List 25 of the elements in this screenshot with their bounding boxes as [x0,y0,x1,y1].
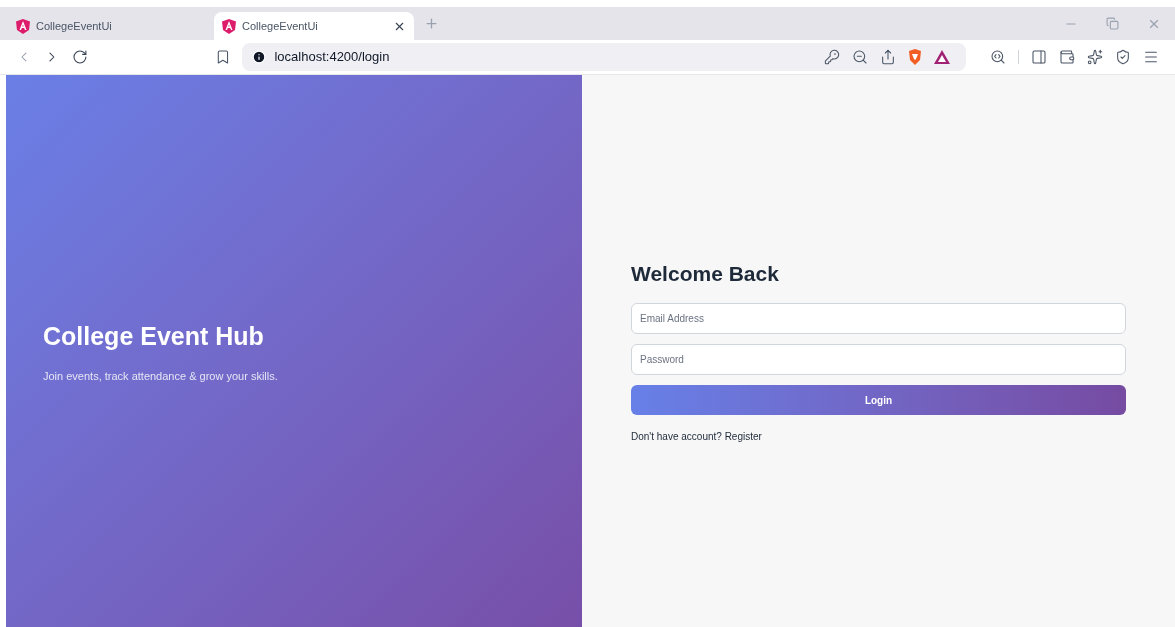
info-icon [252,50,267,64]
sparkle-icon[interactable] [1087,49,1103,65]
input-field[interactable]: Password [631,344,1126,376]
browser-tab[interactable]: CollegeEventUi [8,12,208,40]
triangle-icon[interactable] [934,50,950,64]
vpn-icon[interactable] [1115,49,1131,65]
shield-icon[interactable] [908,49,922,65]
register-prompt[interactable]: Don't have account? Register [631,429,1126,445]
share-icon[interactable] [880,49,896,65]
login-button[interactable]: Login [631,385,1126,416]
key-icon[interactable] [824,49,840,65]
browser-tab[interactable]: CollegeEventUi [214,12,414,40]
hero-title: College Event Hub [43,321,265,352]
app-logo-icon [16,18,30,34]
search-icon[interactable] [990,49,1006,65]
hero-subtitle: Join events, track attendance & grow your skills. [43,368,279,384]
address-bar[interactable]: localhost:4200/login [242,43,966,71]
reload-icon[interactable] [71,49,88,65]
menu-icon[interactable] [1143,49,1159,65]
zoom-out-icon[interactable] [852,49,868,65]
app-logo-icon [222,18,236,34]
sidebar-icon[interactable] [1031,49,1047,65]
wallet-icon[interactable] [1059,49,1075,65]
input-field[interactable]: Email Address [631,303,1126,335]
form-title: Welcome Back [631,260,780,287]
